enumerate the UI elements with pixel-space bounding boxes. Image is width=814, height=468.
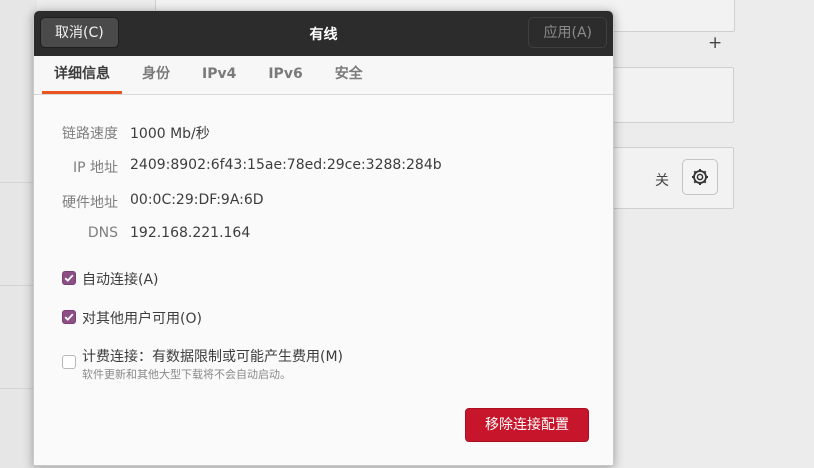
apply-button[interactable]: 应用(A) <box>528 17 607 48</box>
tab-ipv6[interactable]: IPv6 <box>256 56 314 94</box>
add-connection-button[interactable]: + <box>708 33 722 53</box>
cancel-button[interactable]: 取消(C) <box>40 17 119 48</box>
dns-label: DNS <box>87 225 118 241</box>
tab-security[interactable]: 安全 <box>323 56 375 94</box>
hardware-address-label: 硬件地址 <box>62 195 118 211</box>
metered-label: 计费连接：有数据限制或可能产生费用(M) <box>82 349 344 365</box>
checkmark-icon <box>64 313 74 321</box>
tab-identity[interactable]: 身份 <box>130 56 182 94</box>
dialog-headerbar: 取消(C) 有线 应用(A) <box>34 11 613 56</box>
dns-value: 192.168.221.164 <box>130 225 251 241</box>
hardware-address-value: 00:0C:29:DF:9A:6D <box>130 192 264 208</box>
all-users-label: 对其他用户可用(O) <box>82 311 202 327</box>
dialog-title: 有线 <box>309 26 338 43</box>
sidebar-divider <box>0 388 37 389</box>
detail-row-ip-address: IP 地址 2409:8902:6f43:15ae:78ed:29ce:3288… <box>34 157 594 177</box>
auto-connect-label: 自动连接(A) <box>82 272 159 288</box>
sidebar-divider <box>0 182 37 183</box>
metered-sublabel: 软件更新和其他大型下载将不会自动启动。 <box>82 368 291 381</box>
detail-row-hardware-address: 硬件地址 00:0C:29:DF:9A:6D <box>34 192 594 212</box>
tab-details[interactable]: 详细信息 <box>42 56 122 94</box>
connection-switch-state: 关 <box>655 173 669 189</box>
tab-ipv4[interactable]: IPv4 <box>190 56 248 94</box>
detail-row-dns: DNS 192.168.221.164 <box>34 225 594 245</box>
gear-icon <box>692 169 708 185</box>
ip-address-label: IP 地址 <box>72 160 118 176</box>
ip-address-value: 2409:8902:6f43:15ae:78ed:29ce:3288:284b <box>130 157 442 173</box>
remove-connection-button[interactable]: 移除连接配置 <box>465 408 589 442</box>
connection-settings-button[interactable] <box>682 159 718 195</box>
all-users-checkbox[interactable] <box>62 310 76 324</box>
auto-connect-checkbox[interactable] <box>62 271 76 285</box>
checkmark-icon <box>64 274 74 282</box>
tab-bar: 详细信息 身份 IPv4 IPv6 安全 <box>34 56 613 95</box>
details-panel: 链路速度 1000 Mb/秒 IP 地址 2409:8902:6f43:15ae… <box>34 95 613 465</box>
background-panel-box <box>612 67 734 123</box>
link-speed-value: 1000 Mb/秒 <box>130 126 210 142</box>
sidebar-divider <box>0 285 37 286</box>
wired-connection-dialog: 取消(C) 有线 应用(A) 详细信息 身份 IPv4 IPv6 安全 链路速度… <box>33 10 614 466</box>
link-speed-label: 链路速度 <box>62 126 118 142</box>
detail-row-link-speed: 链路速度 1000 Mb/秒 <box>34 123 594 143</box>
settings-sidebar <box>0 0 37 468</box>
metered-checkbox[interactable] <box>62 355 76 369</box>
